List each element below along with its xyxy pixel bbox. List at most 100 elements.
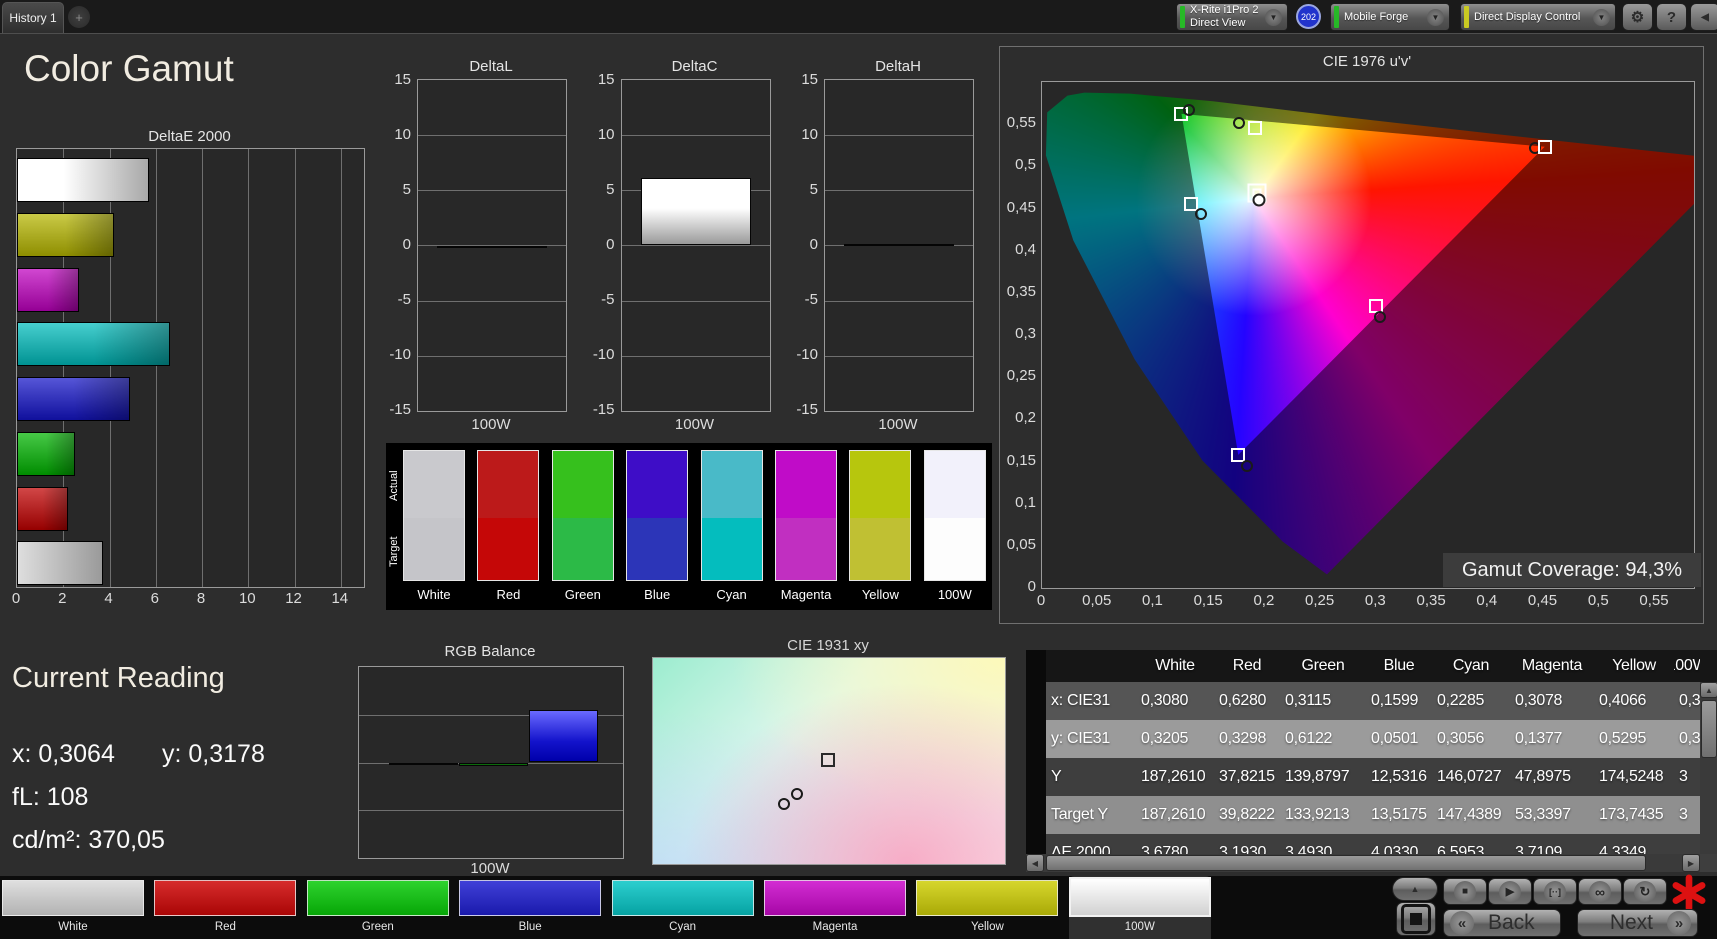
compare-swatch-yellow bbox=[849, 450, 912, 581]
x-category-label: 100W bbox=[878, 416, 918, 433]
scroll-up-button[interactable]: ▲ bbox=[1700, 682, 1717, 698]
pattern-tab-magenta[interactable]: Magenta bbox=[764, 876, 906, 939]
cell: 39,8222 bbox=[1219, 806, 1275, 823]
y-tick-label: 0,3 bbox=[1015, 325, 1036, 342]
table-row-label-header bbox=[1046, 650, 1136, 682]
x-tick-label: 6 bbox=[150, 590, 159, 607]
source-dropdown[interactable]: Mobile Forge ▼ bbox=[1330, 3, 1450, 31]
history-tab[interactable]: History 1 bbox=[2, 2, 64, 33]
x-tick-label: 0 bbox=[11, 590, 21, 607]
scroll-thumb[interactable] bbox=[1046, 855, 1646, 871]
marker-white-target bbox=[820, 752, 835, 767]
step-button[interactable]: [··] bbox=[1533, 878, 1577, 905]
y-tick-label: -10 bbox=[592, 346, 615, 364]
y-tick-label: 0,2 bbox=[1015, 409, 1036, 427]
row-label-actual: Actual bbox=[388, 470, 400, 502]
pattern-generator-dropdown[interactable]: Direct Display Control ▼ bbox=[1460, 3, 1616, 31]
table-row[interactable]: Y 187,2610 37,8215 139,8797 12,5316 146,0727 4… bbox=[1026, 758, 1717, 796]
gridline bbox=[825, 135, 973, 137]
expand-panel-button[interactable]: ▲ bbox=[1392, 877, 1438, 901]
meter-dropdown[interactable]: X-Rite i1Pro 2 Direct View ▼ bbox=[1176, 3, 1288, 31]
chevron-down-icon: ▼ bbox=[1593, 8, 1610, 26]
collapse-panel-button[interactable]: ◀ bbox=[1690, 3, 1717, 31]
target-color bbox=[404, 518, 464, 580]
cell: 47,8975 bbox=[1515, 768, 1571, 785]
deltae-bar-100w bbox=[17, 541, 103, 586]
cell: 0,4066 bbox=[1599, 692, 1647, 709]
chart-title: DeltaL bbox=[469, 58, 513, 75]
cell: 187,2610 bbox=[1141, 806, 1206, 823]
marker-yellow-actual bbox=[1233, 116, 1246, 129]
pattern-tab-white[interactable]: White bbox=[2, 876, 144, 939]
gridline bbox=[418, 355, 566, 357]
pattern-tab-yellow[interactable]: Yellow bbox=[916, 876, 1059, 939]
deltaH-plot bbox=[824, 79, 974, 412]
gridline bbox=[825, 190, 973, 192]
help-button[interactable]: ? bbox=[1656, 3, 1687, 31]
delta-e-plot bbox=[16, 148, 365, 588]
source-name: Mobile Forge bbox=[1344, 10, 1409, 23]
gridline bbox=[825, 355, 973, 357]
row-label-target: Target bbox=[388, 536, 400, 568]
y-tick-label: -5 bbox=[601, 291, 615, 309]
scroll-left-button[interactable]: ◀ bbox=[1026, 854, 1044, 872]
x-tick-label: 0,4 bbox=[1476, 592, 1498, 609]
cell: 146,0727 bbox=[1437, 768, 1502, 785]
y-tick-label: 0,45 bbox=[1006, 198, 1036, 216]
cell: 0,3 bbox=[1679, 730, 1700, 747]
pattern-swatch bbox=[916, 880, 1059, 916]
next-button[interactable]: Next » bbox=[1577, 909, 1698, 937]
deltae-bar-green bbox=[17, 431, 75, 476]
results-table[interactable]: White Red Green Blue Cyan Magenta Yellow 100W x:… bbox=[1026, 650, 1717, 876]
target-color bbox=[701, 518, 762, 580]
compare-swatch-label: Cyan bbox=[716, 587, 747, 602]
pattern-tab-red[interactable]: Red bbox=[154, 876, 297, 939]
actual-color bbox=[850, 451, 911, 519]
repeat-button[interactable]: ↻ bbox=[1623, 878, 1667, 905]
pattern-tab-blue[interactable]: Blue bbox=[459, 876, 602, 939]
play-icon: ▶ bbox=[1505, 886, 1515, 898]
cell: 147,4389 bbox=[1437, 806, 1502, 823]
y-tick-label: 10 bbox=[394, 125, 411, 143]
cell: 0,3298 bbox=[1219, 730, 1267, 747]
table-row[interactable]: x: CIE31 0,3080 0,6280 0,3115 0,1599 0,2285 0,… bbox=[1026, 682, 1717, 720]
table-row[interactable]: y: CIE31 0,3205 0,3298 0,6122 0,0501 0,3056 0,… bbox=[1026, 720, 1717, 758]
y-tick-label: 5 bbox=[606, 180, 615, 198]
gamut-coverage-label: Gamut Coverage: 94,3% bbox=[1443, 553, 1701, 587]
pattern-tab-cyan[interactable]: Cyan bbox=[611, 876, 754, 939]
source-status-accent bbox=[1334, 6, 1339, 28]
actual-color bbox=[627, 451, 688, 519]
pattern-tab-green[interactable]: Green bbox=[306, 876, 449, 939]
help-icon: ? bbox=[1666, 8, 1677, 26]
horizontal-scrollbar[interactable]: ◀ ▶ bbox=[1026, 854, 1700, 872]
pattern-status-accent bbox=[1464, 6, 1469, 28]
deltae-bar-yellow bbox=[17, 212, 115, 257]
y-tick-label: 15 bbox=[597, 70, 615, 88]
y-tick-label: 10 bbox=[801, 125, 818, 143]
pattern-swatch bbox=[764, 880, 906, 916]
play-button[interactable]: ▶ bbox=[1488, 878, 1532, 905]
gridline bbox=[248, 149, 250, 587]
pattern-window-button[interactable] bbox=[1396, 902, 1436, 936]
pattern-generator-name: Direct Display Control bbox=[1474, 10, 1581, 23]
gridline bbox=[418, 300, 566, 302]
cie-1931-chart: CIE 1931 xy bbox=[640, 636, 1020, 876]
add-tab-button[interactable]: + bbox=[68, 6, 90, 28]
gridline bbox=[621, 135, 770, 137]
gridline bbox=[825, 245, 973, 247]
pattern-tab-100w[interactable]: 100W bbox=[1068, 876, 1211, 939]
meter-count-badge[interactable]: 202 bbox=[1296, 4, 1321, 29]
back-button-label: Back bbox=[1488, 911, 1535, 934]
back-button[interactable]: « Back bbox=[1443, 909, 1561, 937]
calman-window: History 1 + X-Rite i1Pro 2 Direct View ▼… bbox=[0, 0, 1717, 939]
loop-button[interactable]: ∞ bbox=[1578, 878, 1622, 905]
settings-button[interactable]: ⚙ bbox=[1622, 3, 1653, 31]
y-tick-label: 0,1 bbox=[1015, 493, 1036, 511]
vertical-scrollbar[interactable]: ▲ bbox=[1700, 682, 1717, 854]
table-row[interactable]: Target Y 187,2610 39,8222 133,9213 13,5175 14… bbox=[1026, 796, 1717, 834]
x-tick-label: 0,5 bbox=[1587, 592, 1609, 609]
cell: 37,8215 bbox=[1219, 768, 1275, 785]
scroll-thumb[interactable] bbox=[1701, 700, 1717, 758]
scroll-right-button[interactable]: ▶ bbox=[1682, 854, 1700, 872]
stop-button[interactable]: ■ bbox=[1443, 878, 1487, 905]
